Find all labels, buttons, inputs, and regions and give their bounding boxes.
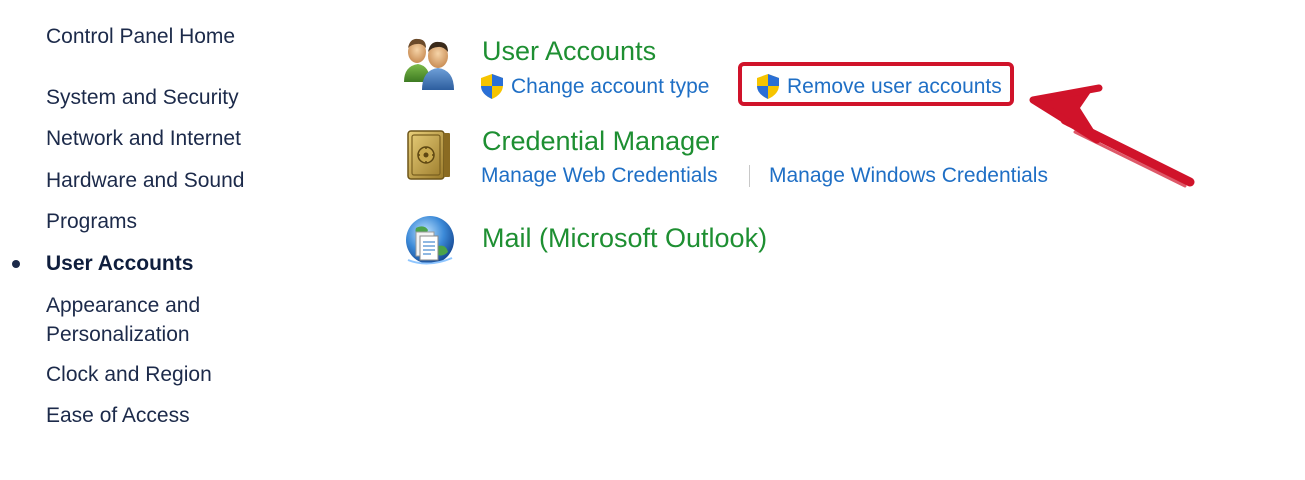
remove-user-accounts-link[interactable]: Remove user accounts	[787, 73, 1002, 101]
mail-globe-icon[interactable]	[398, 210, 458, 270]
nav-control-panel-home[interactable]: Control Panel Home	[46, 22, 235, 51]
users-icon[interactable]	[400, 32, 460, 92]
annotation-arrow-icon	[1029, 84, 1195, 188]
nav-clock-region[interactable]: Clock and Region	[46, 360, 212, 389]
nav-user-accounts[interactable]: User Accounts	[46, 249, 193, 278]
control-panel-window: Control Panel Home System and Security N…	[0, 0, 1305, 480]
nav-hardware-sound[interactable]: Hardware and Sound	[46, 166, 244, 195]
manage-windows-credentials-link[interactable]: Manage Windows Credentials	[769, 162, 1048, 190]
active-bullet	[12, 260, 20, 268]
mail-outlook-title[interactable]: Mail (Microsoft Outlook)	[482, 221, 767, 255]
change-account-type-link[interactable]: Change account type	[511, 73, 709, 101]
nav-network-internet[interactable]: Network and Internet	[46, 124, 241, 153]
uac-shield-icon	[757, 74, 779, 99]
nav-system-security[interactable]: System and Security	[46, 83, 239, 112]
uac-shield-icon	[481, 74, 503, 99]
link-separator	[749, 165, 750, 187]
nav-programs[interactable]: Programs	[46, 207, 137, 236]
credential-manager-title[interactable]: Credential Manager	[482, 124, 719, 158]
left-nav: Control Panel Home System and Security N…	[0, 0, 300, 480]
nav-appearance[interactable]: Appearance and	[46, 291, 200, 320]
nav-personalization[interactable]: Personalization	[46, 320, 190, 349]
manage-web-credentials-link[interactable]: Manage Web Credentials	[481, 162, 718, 190]
user-accounts-title[interactable]: User Accounts	[482, 34, 656, 68]
safe-icon[interactable]	[400, 125, 460, 185]
nav-ease-of-access[interactable]: Ease of Access	[46, 401, 190, 430]
